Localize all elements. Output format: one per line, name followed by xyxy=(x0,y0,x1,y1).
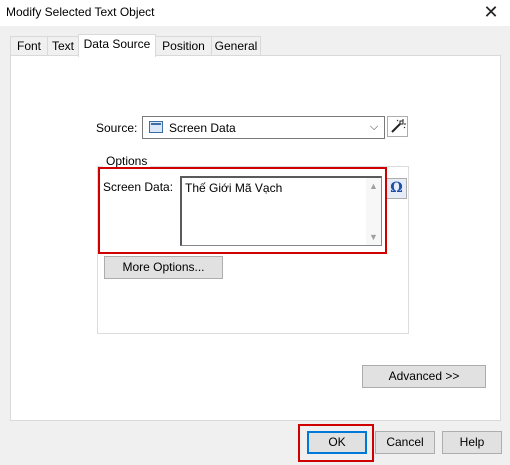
data-source-wizard-button[interactable] xyxy=(387,116,408,137)
more-options-button[interactable]: More Options... xyxy=(104,256,223,279)
advanced-button[interactable]: Advanced >> xyxy=(362,365,486,388)
tab-general[interactable]: General xyxy=(211,36,261,56)
options-legend: Options xyxy=(103,154,151,168)
tab-position[interactable]: Position xyxy=(155,36,212,56)
screen-data-icon xyxy=(149,121,163,133)
screen-data-value: Thế Giới Mã Vạch xyxy=(185,181,283,195)
window-title: Modify Selected Text Object xyxy=(6,5,155,19)
close-icon[interactable]: ✕ xyxy=(480,2,502,24)
tab-text[interactable]: Text xyxy=(47,36,79,56)
scroll-up-icon[interactable]: ▲ xyxy=(366,179,381,193)
chevron-down-icon[interactable]: ⌵ xyxy=(367,118,381,136)
cancel-button[interactable]: Cancel xyxy=(375,431,435,454)
screen-data-textarea[interactable]: Thế Giới Mã Vạch ▲ ▼ xyxy=(180,176,382,246)
textarea-scrollbar[interactable]: ▲ ▼ xyxy=(366,178,381,245)
source-dropdown[interactable]: Screen Data ⌵ xyxy=(142,116,385,139)
magic-wand-icon xyxy=(391,119,406,133)
insert-symbol-button[interactable]: Ω xyxy=(386,178,407,199)
title-bar: Modify Selected Text Object ✕ xyxy=(0,0,510,26)
help-button[interactable]: Help xyxy=(442,431,502,454)
tab-data-source[interactable]: Data Source xyxy=(78,34,156,57)
scroll-down-icon[interactable]: ▼ xyxy=(366,230,381,244)
source-label: Source: xyxy=(96,121,138,135)
ok-button[interactable]: OK xyxy=(307,431,367,454)
screen-data-label: Screen Data: xyxy=(103,180,174,194)
tab-font[interactable]: Font xyxy=(10,36,48,56)
source-selected-value: Screen Data xyxy=(169,121,236,135)
